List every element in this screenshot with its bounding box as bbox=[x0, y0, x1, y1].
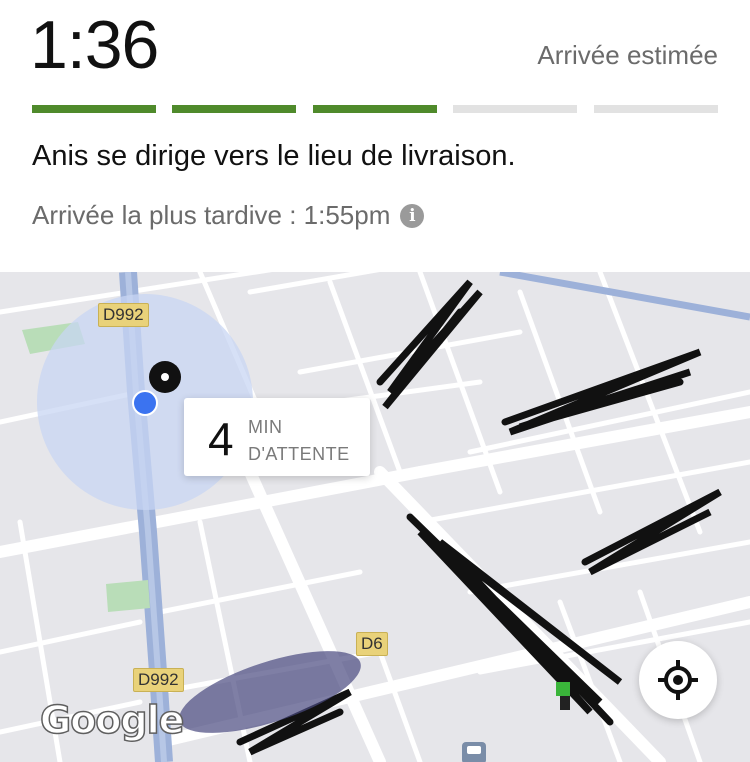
wait-time-callout: 4 MIN D'ATTENTE bbox=[184, 398, 370, 476]
transit-icon bbox=[462, 742, 486, 762]
progress-segment-3 bbox=[313, 105, 437, 113]
latest-arrival-text: Arrivée la plus tardive : 1:55pm bbox=[32, 200, 391, 230]
crosshair-icon bbox=[658, 660, 698, 700]
eta-time: 1:36 bbox=[30, 7, 159, 83]
road-label-d992-top: D992 bbox=[98, 303, 149, 327]
map-background bbox=[0, 272, 750, 762]
wait-unit-line-2: D'ATTENTE bbox=[248, 444, 350, 464]
wait-unit-line-1: MIN bbox=[248, 417, 283, 437]
delivery-progress-bar bbox=[32, 105, 718, 113]
google-logo: Google bbox=[39, 697, 185, 743]
latest-arrival-row: Arrivée la plus tardive : 1:55pm i bbox=[32, 200, 425, 231]
map-view[interactable]: D992 D992 D6 4 MIN D'ATTENTE Google bbox=[0, 272, 750, 762]
road-label-d992-bottom: D992 bbox=[133, 668, 184, 692]
trip-status-header: 1:36 Arrivée estimée Anis se dirige vers… bbox=[0, 0, 750, 272]
wait-unit-label: MIN D'ATTENTE bbox=[248, 414, 350, 468]
progress-segment-4 bbox=[453, 105, 577, 113]
wait-minutes: 4 bbox=[208, 413, 234, 465]
eta-label: Arrivée estimée bbox=[537, 40, 718, 70]
info-icon[interactable]: i bbox=[400, 203, 425, 228]
courier-status-text: Anis se dirige vers le lieu de livraison… bbox=[32, 140, 516, 172]
progress-segment-5 bbox=[594, 105, 718, 113]
recenter-location-button[interactable] bbox=[639, 641, 717, 719]
progress-segment-1 bbox=[32, 105, 156, 113]
progress-segment-2 bbox=[172, 105, 296, 113]
road-label-d6: D6 bbox=[356, 632, 388, 656]
